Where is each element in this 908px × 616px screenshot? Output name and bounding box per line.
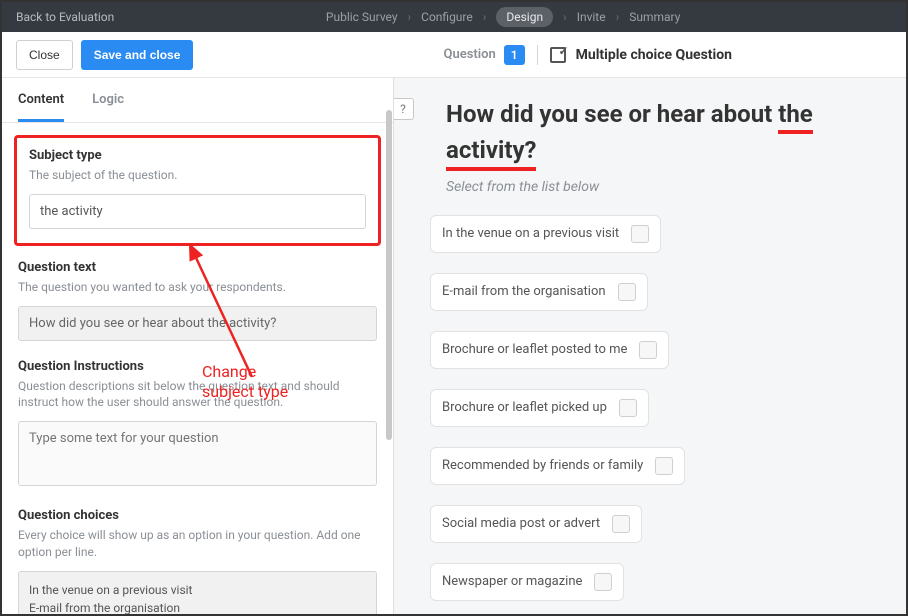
question-instructions-section: Question Instructions Question descripti… <box>18 359 377 491</box>
chevron-right-icon: › <box>616 10 620 24</box>
tab-logic[interactable]: Logic <box>92 92 124 122</box>
breadcrumb: Public Survey › Configure › Design › Invite… <box>114 7 892 27</box>
subject-type-section-highlight: Subject type The subject of the question… <box>14 135 381 246</box>
question-instructions-desc: Question descriptions sit below the ques… <box>18 378 377 412</box>
action-bar: Close Save and close Question 1 Multiple… <box>2 32 906 78</box>
preview-panel: ? How did you see or hear about the acti… <box>394 78 906 614</box>
editor-tabs: Content Logic <box>2 78 393 123</box>
crumb-summary[interactable]: Summary <box>629 10 680 24</box>
preview-title-underline-1: the <box>778 98 813 134</box>
multiple-choice-icon <box>550 47 566 63</box>
chevron-right-icon: › <box>408 10 412 24</box>
option-label: Brochure or leaflet posted to me <box>442 342 627 357</box>
preview-options: In the venue on a previous visit E-mail … <box>418 215 882 614</box>
editor-panel: Content Logic Subject type The subject o… <box>2 78 394 614</box>
subject-type-input[interactable] <box>29 194 366 229</box>
help-icon[interactable]: ? <box>394 98 414 120</box>
option-label: In the venue on a previous visit <box>442 226 619 241</box>
preview-question-title: How did you see or hear about the activi… <box>446 98 882 171</box>
question-instructions-title: Question Instructions <box>18 359 377 374</box>
preview-title-part1: How did you see or hear about <box>446 100 778 128</box>
topbar: Back to Evaluation Public Survey › Config… <box>2 2 906 32</box>
checkbox-icon <box>619 399 637 417</box>
chevron-right-icon: › <box>483 10 487 24</box>
tab-content[interactable]: Content <box>18 92 64 122</box>
question-text-desc: The question you wanted to ask your resp… <box>18 279 377 296</box>
back-link[interactable]: Back to Evaluation <box>16 10 114 24</box>
checkbox-icon <box>612 515 630 533</box>
question-choices-input[interactable]: In the venue on a previous visit E-mail … <box>18 571 377 614</box>
crumb-design[interactable]: Design <box>496 7 553 27</box>
question-choices-desc: Every choice will show up as an option i… <box>18 527 377 561</box>
question-choices-title: Question choices <box>18 508 377 523</box>
crumb-configure[interactable]: Configure <box>421 10 473 24</box>
subject-type-title: Subject type <box>29 148 366 163</box>
option-label: E-mail from the organisation <box>442 284 606 299</box>
checkbox-icon <box>639 341 657 359</box>
preview-option[interactable]: In the venue on a previous visit <box>430 215 661 253</box>
option-label: Brochure or leaflet picked up <box>442 400 607 415</box>
question-choices-section: Question choices Every choice will show … <box>18 508 377 614</box>
checkbox-icon <box>618 283 636 301</box>
question-number-badge: 1 <box>504 45 525 65</box>
preview-option[interactable]: Recommended by friends or family <box>430 447 685 485</box>
separator <box>537 45 538 65</box>
question-instructions-input[interactable] <box>18 421 377 486</box>
close-button[interactable]: Close <box>16 40 73 70</box>
preview-option[interactable]: Social media post or advert <box>430 505 642 543</box>
question-text-title: Question text <box>18 260 377 275</box>
preview-subtitle: Select from the list below <box>446 179 882 195</box>
left-scrollbar[interactable] <box>386 110 392 610</box>
preview-option[interactable]: E-mail from the organisation <box>430 273 648 311</box>
preview-option[interactable]: Brochure or leaflet picked up <box>430 389 649 427</box>
option-label: Newspaper or magazine <box>442 574 582 589</box>
preview-option[interactable]: Brochure or leaflet posted to me <box>430 331 669 369</box>
preview-option[interactable]: Newspaper or magazine <box>430 563 624 601</box>
option-label: Social media post or advert <box>442 516 600 531</box>
checkbox-icon <box>594 573 612 591</box>
checkbox-icon <box>631 225 649 243</box>
crumb-invite[interactable]: Invite <box>577 10 606 24</box>
checkbox-icon <box>655 457 673 475</box>
question-text-input[interactable] <box>18 306 377 341</box>
chevron-right-icon: › <box>563 10 567 24</box>
question-type-label: Multiple choice Question <box>576 47 732 63</box>
question-label: Question <box>443 47 495 62</box>
question-text-section: Question text The question you wanted to… <box>18 260 377 341</box>
crumb-public-survey[interactable]: Public Survey <box>326 10 398 24</box>
save-and-close-button[interactable]: Save and close <box>81 40 194 70</box>
option-label: Recommended by friends or family <box>442 458 643 473</box>
subject-type-desc: The subject of the question. <box>29 167 366 184</box>
preview-title-underline-2: activity? <box>446 134 536 170</box>
